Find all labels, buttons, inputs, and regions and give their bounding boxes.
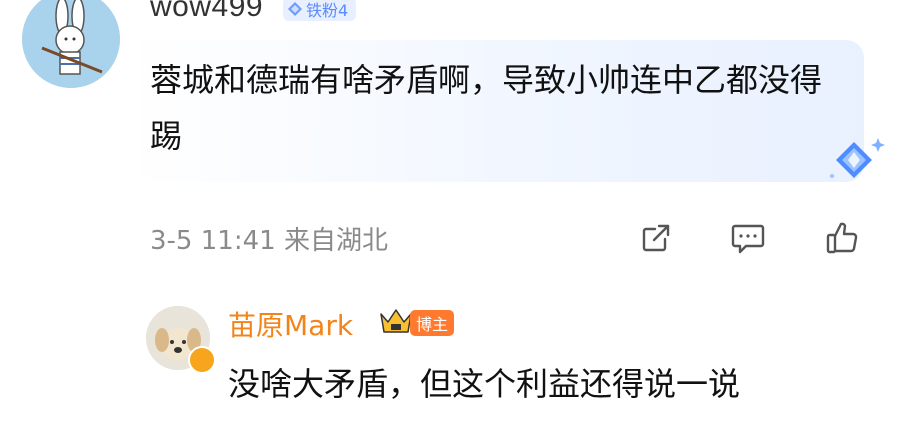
reply-text: 没啥大矛盾，但这个利益还得说一说 xyxy=(228,365,741,403)
verified-badge-icon xyxy=(188,346,216,374)
comment-button[interactable] xyxy=(728,218,768,258)
diamond-sparkle-icon xyxy=(830,138,885,178)
comment-icon xyxy=(731,224,765,254)
diamond-icon xyxy=(288,2,302,16)
user-avatar[interactable] xyxy=(22,0,120,88)
blogger-badge: 博主 xyxy=(410,310,455,336)
like-button[interactable] xyxy=(822,218,862,258)
share-button[interactable] xyxy=(636,218,676,258)
like-icon xyxy=(826,222,858,254)
comment-meta: 3-5 11:41 来自湖北 xyxy=(150,220,388,257)
share-icon xyxy=(642,224,670,252)
comment-username[interactable]: wow499 xyxy=(150,0,263,24)
fan-level-badge: 铁粉4 xyxy=(283,0,357,21)
fan-level-label: 铁粉4 xyxy=(306,1,349,20)
rabbit-avatar-icon xyxy=(22,0,120,88)
blogger-badge-label: 博主 xyxy=(416,315,449,334)
comment-location: 来自湖北 xyxy=(283,226,388,256)
comment-text: 蓉城和德瑞有啥矛盾啊，导致小帅连中乙都没得踢 xyxy=(150,61,823,155)
reply-username[interactable]: 苗原Mark xyxy=(228,304,353,344)
crown-icon xyxy=(380,309,412,333)
comment-timestamp: 3-5 11:41 xyxy=(150,226,276,256)
